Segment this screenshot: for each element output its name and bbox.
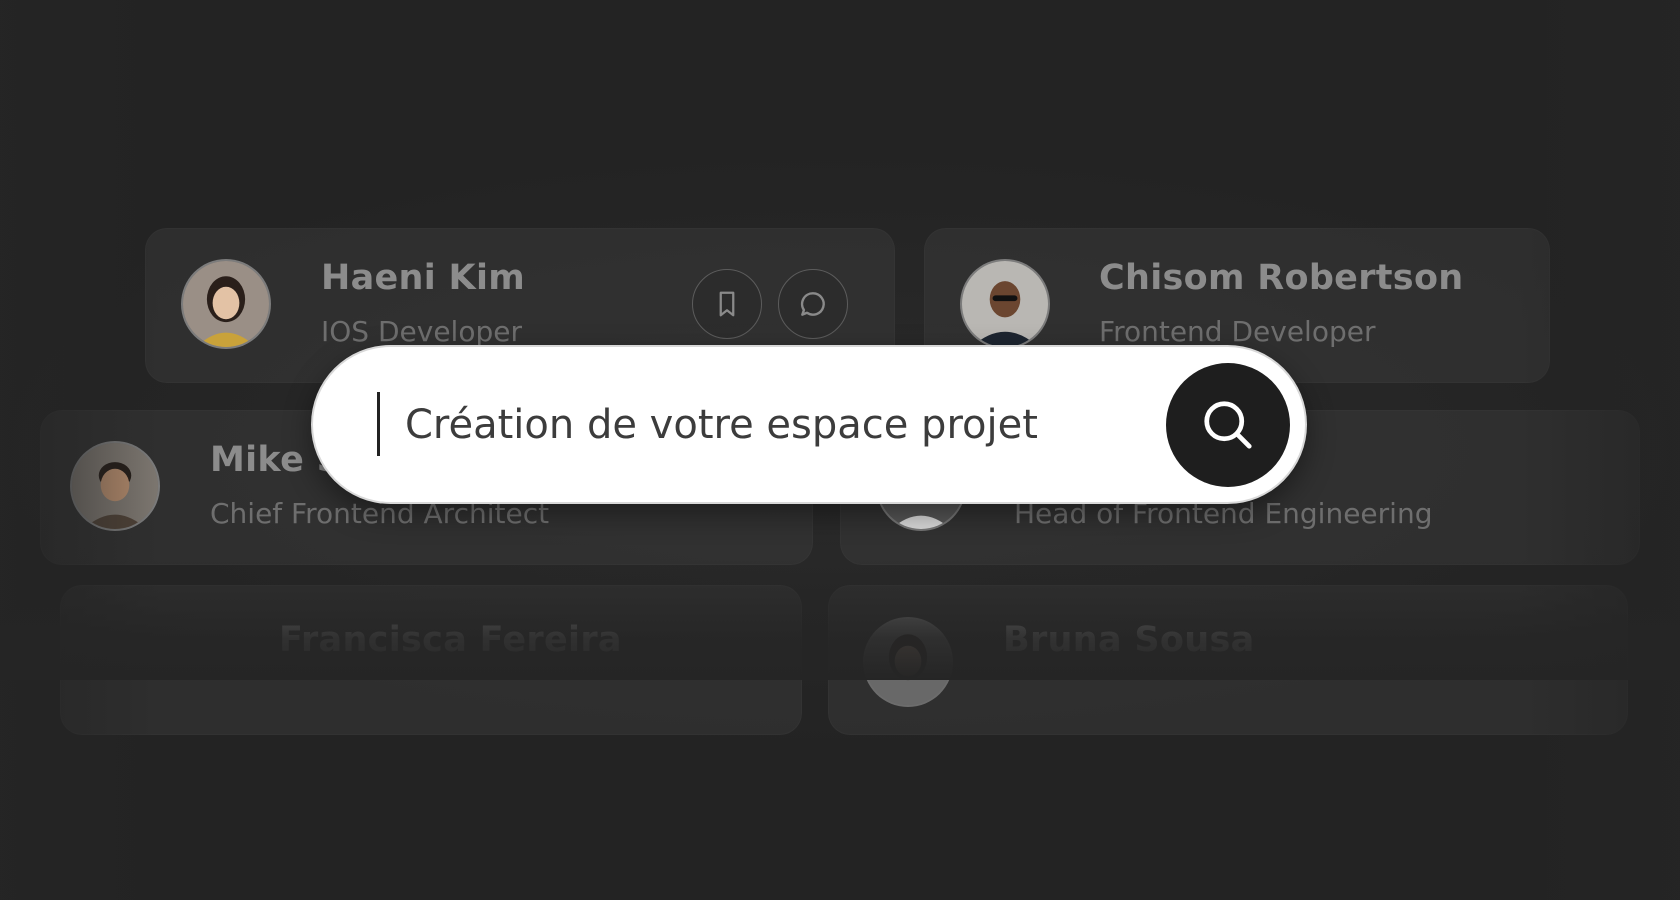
person-icon xyxy=(962,261,1048,347)
person-icon xyxy=(183,261,269,347)
search-icon xyxy=(1204,401,1252,449)
app-stage: Haeni Kim IOS Developer Chisom Robertson… xyxy=(0,0,1680,900)
person-icon xyxy=(72,443,158,529)
search-button[interactable] xyxy=(1166,363,1290,487)
profile-card-francisca[interactable] xyxy=(60,585,802,735)
avatar-chisom-robertson xyxy=(960,259,1050,349)
person-name: Bruna Sousa xyxy=(1003,620,1255,660)
text-caret xyxy=(377,392,380,456)
person-role: IOS Developer xyxy=(321,315,522,348)
bookmark-icon xyxy=(719,291,735,317)
search-bar[interactable]: Création de votre espace projet xyxy=(313,347,1305,502)
message-button[interactable] xyxy=(778,269,848,339)
person-name: Francisca Fereira xyxy=(279,620,622,660)
person-role: Frontend Developer xyxy=(1099,315,1376,348)
search-input[interactable]: Création de votre espace projet xyxy=(405,397,1038,453)
avatar-haeni-kim xyxy=(181,259,271,349)
message-circle-icon xyxy=(800,292,825,316)
avatar-mike xyxy=(70,441,160,531)
avatar-bruna-sousa xyxy=(863,617,953,707)
person-name: Haeni Kim xyxy=(321,258,526,298)
bookmark-button[interactable] xyxy=(692,269,762,339)
person-icon xyxy=(865,619,951,705)
person-name: Chisom Robertson xyxy=(1099,258,1464,298)
